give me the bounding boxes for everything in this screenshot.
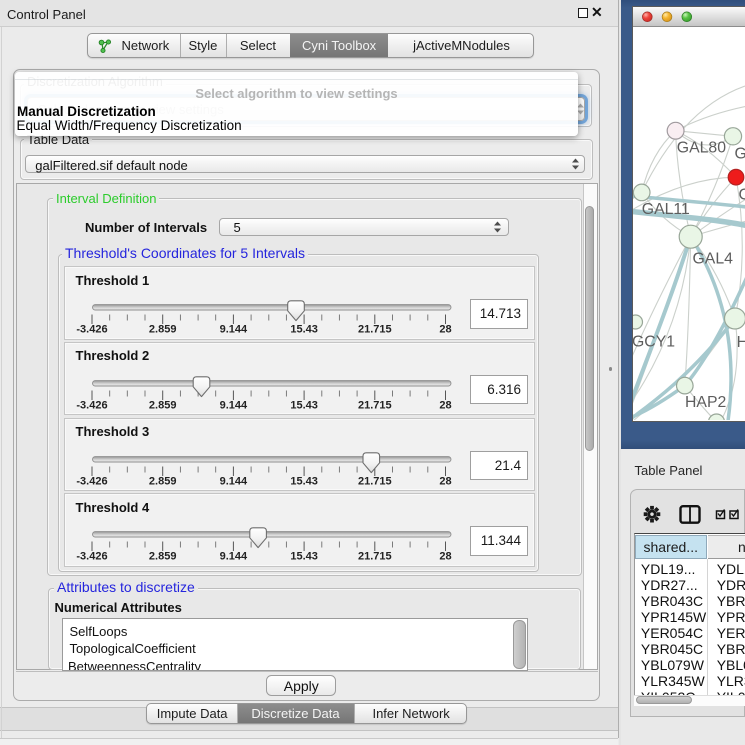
svg-text:15.43: 15.43 bbox=[290, 399, 318, 411]
svg-text:9.144: 9.144 bbox=[219, 399, 247, 411]
svg-text:15.43: 15.43 bbox=[290, 475, 318, 487]
svg-text:GAL80: GAL80 bbox=[677, 139, 726, 156]
svg-text:21.715: 21.715 bbox=[357, 475, 391, 487]
svg-text:15.43: 15.43 bbox=[290, 551, 318, 563]
svg-text:2.859: 2.859 bbox=[148, 551, 176, 563]
svg-text:GA: GA bbox=[735, 145, 745, 162]
svg-text:28: 28 bbox=[439, 475, 451, 487]
svg-text:GAL4: GAL4 bbox=[693, 250, 734, 267]
svg-text:9.144: 9.144 bbox=[219, 551, 247, 563]
svg-text:-3.426: -3.426 bbox=[76, 399, 107, 411]
svg-text:2.859: 2.859 bbox=[148, 475, 176, 487]
svg-text:15.43: 15.43 bbox=[290, 324, 318, 336]
svg-text:HAP2: HAP2 bbox=[685, 393, 726, 410]
svg-text:C: C bbox=[739, 186, 745, 203]
svg-text:H: H bbox=[737, 334, 745, 351]
svg-text:2.859: 2.859 bbox=[148, 324, 176, 336]
svg-text:9.144: 9.144 bbox=[219, 475, 247, 487]
svg-text:2.859: 2.859 bbox=[148, 399, 176, 411]
svg-text:-3.426: -3.426 bbox=[76, 551, 107, 563]
svg-text:GAL11: GAL11 bbox=[642, 201, 690, 218]
svg-text:9.144: 9.144 bbox=[219, 324, 247, 336]
svg-text:21.715: 21.715 bbox=[357, 324, 391, 336]
svg-text:21.715: 21.715 bbox=[357, 551, 391, 563]
svg-text:28: 28 bbox=[439, 324, 451, 336]
svg-text:28: 28 bbox=[439, 551, 451, 563]
svg-text:GCY1: GCY1 bbox=[633, 333, 675, 350]
svg-text:-3.426: -3.426 bbox=[76, 475, 107, 487]
svg-text:28: 28 bbox=[439, 399, 451, 411]
svg-text:21.715: 21.715 bbox=[357, 399, 391, 411]
svg-text:-3.426: -3.426 bbox=[76, 324, 107, 336]
